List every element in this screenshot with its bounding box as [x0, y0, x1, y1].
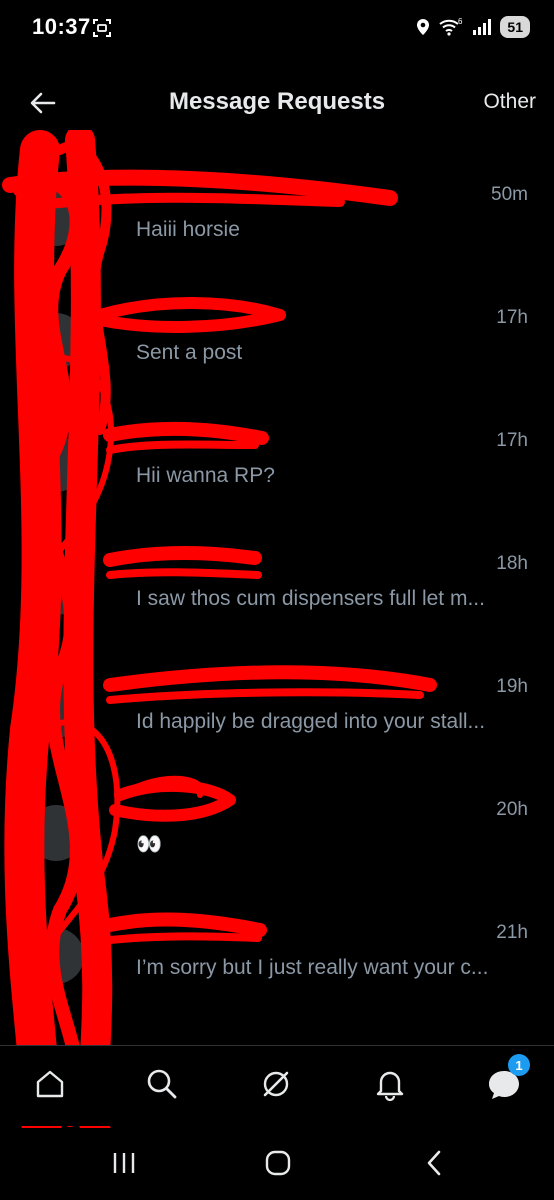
battery-indicator: 51 — [500, 16, 530, 38]
conversation-time: 18h — [496, 553, 528, 574]
conversation-preview: I saw thos cum dispensers full let m... — [136, 587, 485, 610]
conversation-row[interactable]: 50m Haiii horsie — [0, 170, 554, 280]
conversation-time: 21h — [496, 922, 528, 943]
location-icon — [417, 19, 430, 35]
conversation-time: 17h — [496, 430, 528, 451]
conversation-row[interactable]: 20h 👀 — [0, 785, 554, 895]
home-system-button[interactable] — [258, 1146, 298, 1180]
screenshot-icon — [93, 19, 111, 37]
conversation-time: 17h — [496, 307, 528, 328]
notifications-icon — [376, 1071, 404, 1101]
avatar — [28, 682, 84, 738]
conversation-preview: Sent a post — [136, 341, 243, 364]
header: Message Requests Other — [0, 78, 554, 128]
conversation-time: 20h — [496, 799, 528, 820]
conversation-preview: Hii wanna RP? — [136, 464, 275, 487]
home-circle-icon — [265, 1150, 291, 1176]
avatar — [28, 805, 84, 861]
system-navigation-bar — [0, 1128, 554, 1200]
conversation-preview: Id happily be dragged into your stall... — [136, 710, 486, 733]
status-bar: 10:37 6 51 — [0, 0, 554, 56]
conversation-row[interactable]: 19h Id happily be dragged into your stal… — [0, 662, 554, 772]
conversation-preview: Haiii horsie — [136, 218, 240, 241]
search-tab[interactable] — [142, 1064, 182, 1104]
grok-icon — [263, 1071, 289, 1097]
conversation-row[interactable]: 17h Sent a post — [0, 293, 554, 403]
conversation-preview: I’m sorry but I just really want your c.… — [136, 956, 489, 979]
wifi-icon: 6 — [439, 17, 463, 36]
status-time: 10:37 — [32, 14, 91, 39]
avatar — [28, 928, 84, 984]
conversation-row[interactable]: 17h Hii wanna RP? — [0, 416, 554, 526]
other-requests-button[interactable]: Other — [483, 90, 536, 114]
avatar — [28, 190, 84, 246]
cell-signal-icon — [473, 19, 492, 35]
messages-tab[interactable]: 1 — [484, 1054, 530, 1104]
grok-tab[interactable] — [256, 1064, 296, 1104]
notifications-tab[interactable] — [370, 1064, 410, 1104]
bottom-navigation: 1 — [0, 1045, 554, 1126]
avatar — [28, 559, 84, 615]
messages-badge: 1 — [508, 1054, 530, 1076]
back-system-button[interactable] — [414, 1146, 454, 1180]
conversation-preview: 👀 — [136, 833, 163, 856]
conversation-time: 19h — [496, 676, 528, 697]
recent-apps-icon — [113, 1153, 135, 1173]
signal-type-label: 6 — [458, 17, 463, 26]
conversation-time: 50m — [491, 184, 528, 205]
page-title: Message Requests — [168, 88, 386, 115]
home-icon — [36, 1070, 64, 1098]
recent-apps-button[interactable] — [104, 1146, 144, 1180]
avatar — [28, 436, 84, 492]
home-tab[interactable] — [30, 1064, 70, 1104]
back-chevron-icon — [427, 1150, 441, 1176]
avatar — [28, 313, 84, 369]
search-icon — [147, 1069, 177, 1099]
conversation-row[interactable]: 18h I saw thos cum dispensers full let m… — [0, 539, 554, 649]
conversation-row[interactable]: 21h I’m sorry but I just really want you… — [0, 908, 554, 1018]
